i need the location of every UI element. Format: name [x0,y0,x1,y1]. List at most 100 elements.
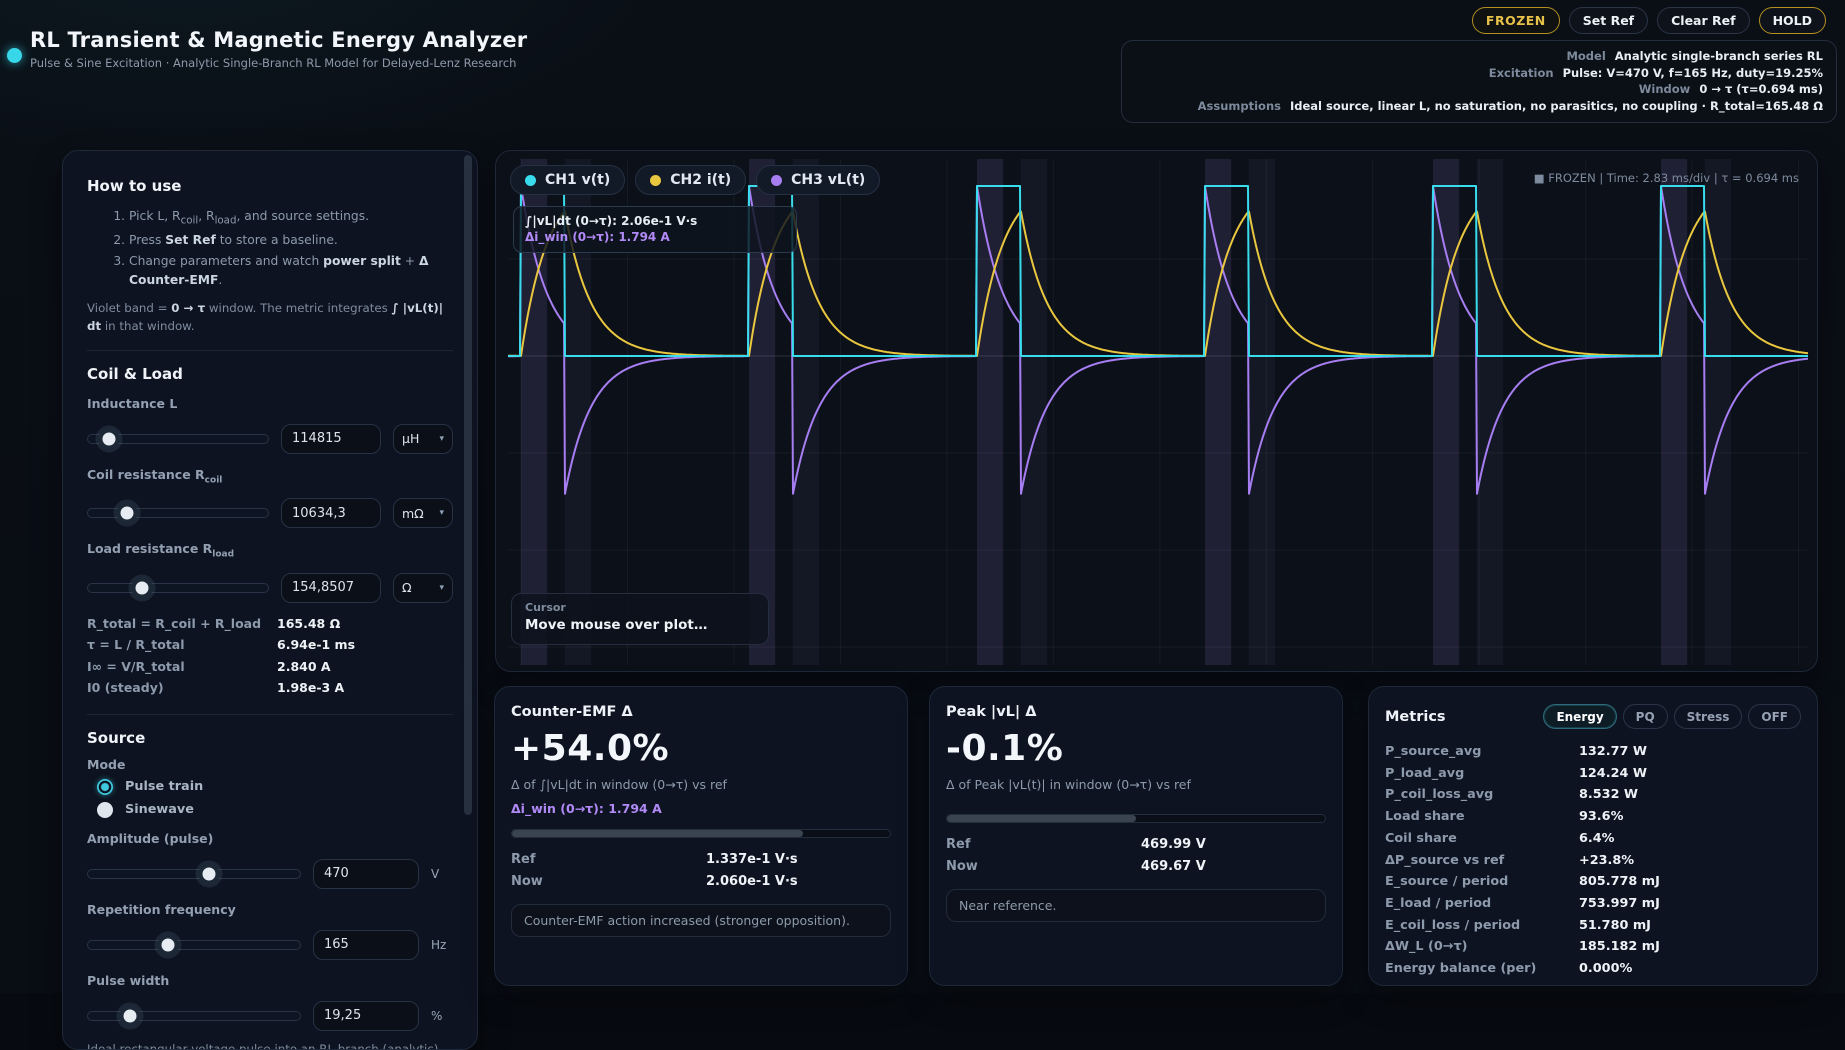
set-ref-button[interactable]: Set Ref [1569,7,1648,34]
computed-row: τ = L / R_total6.94e-1 ms [87,634,453,656]
peak-vl-subtitle: Δ of Peak |vL(t)| in window (0→τ) vs ref [946,777,1326,792]
computed-value: 2.840 A [277,656,453,678]
info-row: ModelAnalytic single-branch series RL [1135,48,1823,65]
slider[interactable] [87,934,301,956]
info-value: 0 → τ (τ=0.694 ms) [1699,81,1823,98]
counter-emf-delta-value: +54.0% [511,728,891,769]
info-label: Window [1639,81,1691,98]
how-to-step: Press Set Ref to store a baseline. [129,231,453,250]
slider-track[interactable] [87,508,269,518]
slider-thumb[interactable] [158,934,179,955]
metric-label: P_load_avg [1385,763,1579,785]
slider-row: µH▾ [87,424,453,454]
value-input[interactable] [313,930,419,960]
scope-status: ■ FROZEN | Time: 2.83 ms/div | τ = 0.694… [1534,171,1799,185]
computed-row: R_total = R_coil + R_load165.48 Ω [87,613,453,635]
info-row: Assumptions Ideal source, linear L, no sa… [1135,98,1823,115]
metric-label: ΔP_source vs ref [1385,850,1579,872]
page-subtitle: Pulse & Sine Excitation · Analytic Singl… [30,56,516,70]
ref-value: 469.99 V [1141,834,1326,856]
slider-thumb[interactable] [119,1005,140,1026]
metrics-tab-pq[interactable]: PQ [1623,704,1668,729]
slider-row: V [87,859,453,889]
slider-thumb[interactable] [131,577,152,598]
metric-value: 753.997 mJ [1579,893,1801,915]
counter-emf-note: Counter-EMF action increased (stronger o… [511,904,891,937]
slider[interactable] [87,428,269,450]
model-info-panel: ModelAnalytic single-branch series RLExc… [1121,40,1837,123]
radio-label: Sinewave [125,802,194,817]
slider[interactable] [87,577,269,599]
unit-select[interactable]: µH▾ [393,424,453,454]
legend-ch3[interactable]: CH3 vL(t) [756,165,880,195]
metrics-tab-stress[interactable]: Stress [1674,704,1743,729]
slider-track[interactable] [87,583,269,593]
slider[interactable] [87,863,301,885]
value-input[interactable] [313,859,419,889]
slider[interactable] [87,1005,301,1027]
slider-thumb[interactable] [198,863,219,884]
metrics-rows: P_source_avg132.77 WP_load_avg124.24 WP_… [1385,741,1801,980]
value-input[interactable] [281,424,381,454]
metric-label: P_source_avg [1385,741,1579,763]
integral-annotation: ∫|vL|dt (0→τ): 2.06e-1 V·s [525,213,785,229]
metric-value: 132.77 W [1579,741,1801,763]
radio-button[interactable] [97,779,113,795]
slider-track[interactable] [87,869,301,879]
computed-row: I0 (steady)1.98e-3 A [87,677,453,699]
source-title: Source [87,729,453,747]
legend-dot-icon [771,175,782,186]
computed-label: R_total = R_coil + R_load [87,613,277,635]
clear-ref-button[interactable]: Clear Ref [1657,7,1749,34]
computed-value: 1.98e-3 A [277,677,453,699]
unit-label: V [431,867,453,881]
metric-value: 8.532 W [1579,784,1801,806]
slider[interactable] [87,502,269,524]
unit-select[interactable]: mΩ ▾ [393,498,453,528]
value-input[interactable] [281,573,381,603]
slider-label: Coil resistance Rcoil [87,467,453,486]
unit-label: mΩ [402,506,424,521]
value-input[interactable] [281,498,381,528]
computed-value: 6.94e-1 ms [277,634,453,656]
slider-thumb[interactable] [117,503,138,524]
unit-select[interactable]: Ω▾ [393,573,453,603]
value-input[interactable] [313,1001,419,1031]
metric-value: +23.8% [1579,850,1801,872]
metric-row: P_load_avg124.24 W [1385,763,1801,785]
info-value: Analytic single-branch series RL [1615,48,1823,65]
info-label: Assumptions [1198,98,1281,115]
mode-option[interactable]: Pulse train [97,779,453,795]
slider-row: mΩ ▾ [87,498,453,528]
legend-ch1[interactable]: CH1 v(t) [510,165,625,195]
metric-label: Energy balance (per) [1385,958,1579,980]
metric-label: E_load / period [1385,893,1579,915]
how-to-note: Violet band = 0 → τ window. The metric i… [87,300,453,334]
metric-row: P_source_avg132.77 W [1385,741,1801,763]
chevron-down-icon: ▾ [439,508,444,518]
how-to-step: Change parameters and watch power split … [129,252,453,290]
sidebar-scrollbar[interactable] [464,155,472,815]
peak-vl-progress [946,814,1326,823]
metrics-tab-energy[interactable]: Energy [1543,704,1616,729]
slider-track[interactable] [87,940,301,950]
header-actions: FROZEN Set Ref Clear Ref HOLD [1472,7,1826,34]
legend-ch2[interactable]: CH2 i(t) [635,165,746,195]
window-annotation: ∫|vL|dt (0→τ): 2.06e-1 V·s Δi_win (0→τ):… [513,206,797,253]
metric-value: 0.000% [1579,958,1801,980]
coil-load-title: Coil & Load [87,365,453,383]
mode-option[interactable]: Sinewave [97,802,453,818]
radio-button[interactable] [97,802,113,818]
metric-value: 805.778 mJ [1579,871,1801,893]
info-value: Ideal source, linear L, no saturation, n… [1290,98,1823,115]
radio-label: Pulse train [125,779,203,794]
slider-label: Inductance L [87,396,453,411]
hold-button[interactable]: HOLD [1759,7,1826,34]
metric-row: E_source / period805.778 mJ [1385,871,1801,893]
metric-label: Load share [1385,806,1579,828]
now-value: 2.060e-1 V·s [706,871,891,893]
scope-legend: CH1 v(t) CH2 i(t) CH3 vL(t) [510,165,880,195]
slider-thumb[interactable] [98,428,119,449]
metrics-tab-off[interactable]: OFF [1748,704,1801,729]
chevron-down-icon: ▾ [439,583,444,593]
